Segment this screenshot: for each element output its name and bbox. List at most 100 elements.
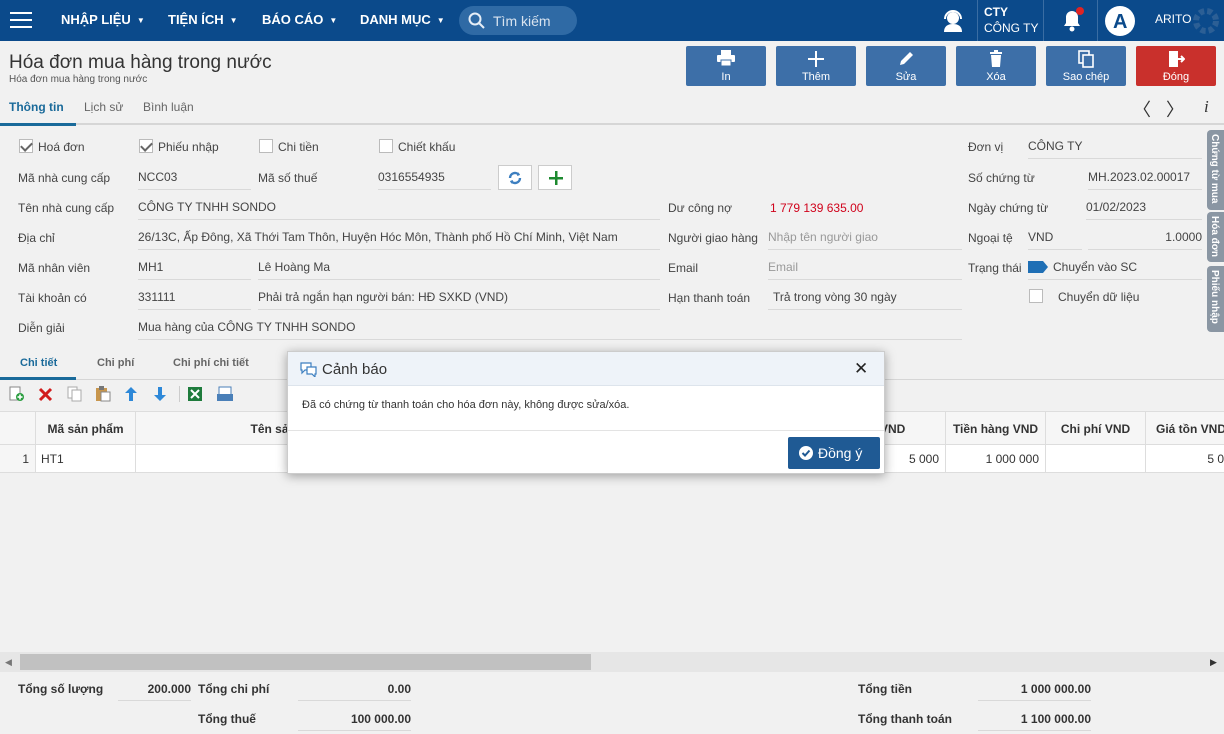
tab-chi-phi-chi-tiet[interactable]: Chi phí chi tiết	[173, 357, 249, 369]
exit-door-icon	[1169, 51, 1185, 67]
hamburger-menu-icon[interactable]	[10, 12, 32, 28]
invoice-checkbox[interactable]	[19, 139, 33, 153]
move-down-icon[interactable]	[153, 386, 167, 402]
print-button[interactable]: In	[686, 46, 766, 86]
tab-chi-phi[interactable]: Chi phí	[97, 357, 134, 369]
refresh-tax-button[interactable]	[498, 165, 532, 190]
scroll-left-icon[interactable]: ◀	[5, 657, 12, 668]
doc-date-field[interactable]: 01/02/2023	[1086, 196, 1202, 220]
company-name[interactable]: CÔNG TY	[984, 21, 1038, 35]
prev-record-icon[interactable]: 〈	[1133, 96, 1151, 122]
settings-gear-icon[interactable]	[1190, 5, 1222, 37]
close-button[interactable]: Đóng	[1136, 46, 1216, 86]
unit-field[interactable]: CÔNG TY	[1028, 135, 1202, 159]
add-supplier-button[interactable]	[538, 165, 572, 190]
supplier-name-field[interactable]: CÔNG TY TNHH SONDO	[138, 196, 660, 220]
dialog-close-icon[interactable]: ✕	[854, 359, 868, 379]
tab-binh-luan[interactable]: Bình luận	[143, 100, 194, 114]
exchange-rate-field[interactable]: 1.0000	[1088, 226, 1202, 250]
import-icon[interactable]	[216, 386, 234, 402]
unit-value: CÔNG TY	[1028, 139, 1083, 153]
row-stock[interactable]: 5 0	[1146, 445, 1224, 472]
row-cost[interactable]	[1046, 445, 1146, 472]
email-label: Email	[668, 261, 699, 275]
ok-button[interactable]: Đồng ý	[788, 437, 880, 469]
receipt-checkbox[interactable]	[139, 139, 153, 153]
copy-label: Sao chép	[1062, 71, 1110, 83]
info-icon[interactable]: i	[1204, 97, 1209, 117]
doc-no-field[interactable]: MH.2023.02.00017	[1088, 166, 1202, 190]
supplier-code-field[interactable]: NCC03	[138, 166, 251, 190]
tax-code-field[interactable]: 0316554935	[378, 166, 491, 190]
horizontal-scrollbar[interactable]: ◀ ▶	[0, 652, 1224, 672]
discount-checkbox[interactable]	[379, 139, 393, 153]
description-field[interactable]: Mua hàng của CÔNG TY TNHH SONDO	[138, 316, 962, 340]
scrollbar-thumb[interactable]	[20, 654, 591, 670]
deliverer-placeholder: Nhập tên người giao	[768, 230, 878, 244]
menu-danh-muc[interactable]: DANH MỤC ▼	[360, 12, 445, 27]
deliverer-input[interactable]: Nhập tên người giao	[768, 226, 962, 250]
main-tabs: Thông tin Lịch sử Bình luận 〈 〉 i	[0, 92, 1224, 126]
menu-label: DANH MỤC	[360, 12, 431, 27]
tab-chi-tiet[interactable]: Chi tiết	[20, 357, 57, 369]
due-field[interactable]: Trả trong vòng 30 ngày	[768, 286, 962, 310]
header-label: Giá tồn VND	[1155, 422, 1224, 436]
transfer-data-checkbox[interactable]	[1029, 289, 1043, 303]
payment-checkbox[interactable]	[259, 139, 273, 153]
add-row-icon[interactable]	[9, 386, 25, 402]
grid-header-stock[interactable]: Giá tồn VND	[1146, 412, 1224, 444]
account-label: Tài khoản có	[18, 291, 87, 305]
printer-icon	[717, 50, 735, 66]
employee-code-field[interactable]: MH1	[138, 256, 251, 280]
notification-bell-icon[interactable]	[1058, 6, 1086, 34]
email-input[interactable]: Email	[768, 256, 962, 280]
tax-code-label: Mã số thuế	[258, 171, 318, 185]
user-name[interactable]: ARITO	[1155, 12, 1191, 26]
address-label: Địa chỉ	[18, 231, 55, 245]
address-field[interactable]: 26/13C, Ấp Đông, Xã Thới Tam Thôn, Huyện…	[138, 226, 660, 250]
menu-bao-cao[interactable]: BÁO CÁO ▼	[262, 12, 337, 27]
close-label: Đóng	[1162, 71, 1190, 83]
total-qty-value: 200.000	[118, 679, 191, 701]
delete-row-icon[interactable]	[38, 386, 54, 402]
side-tab-hoa-don[interactable]: Hóa đơn	[1207, 212, 1224, 262]
delete-button[interactable]: Xóa	[956, 46, 1036, 86]
add-button[interactable]: Thêm	[776, 46, 856, 86]
currency-value: VND	[1028, 230, 1054, 244]
currency-field[interactable]: VND	[1028, 226, 1082, 250]
due-value: Trả trong vòng 30 ngày	[773, 290, 897, 304]
next-record-icon[interactable]: 〉	[1166, 96, 1184, 122]
grid-header-amount[interactable]: Tiền hàng VND	[946, 412, 1046, 444]
row-code[interactable]: HT1	[36, 445, 136, 472]
tab-lich-su[interactable]: Lịch sử	[84, 100, 123, 114]
scroll-right-icon[interactable]: ▶	[1210, 657, 1217, 668]
total-cost-value: 0.00	[298, 679, 411, 701]
refresh-icon	[508, 171, 522, 185]
side-tab-phieu-nhap[interactable]: Phiếu nhập	[1207, 266, 1224, 332]
move-up-icon[interactable]	[124, 386, 138, 402]
page-subtitle: Hóa đơn mua hàng trong nước	[9, 74, 148, 85]
tab-thong-tin[interactable]: Thông tin	[9, 100, 64, 114]
payment-checkbox-label: Chi tiền	[278, 140, 319, 154]
menu-nhap-lieu[interactable]: NHẬP LIỆU ▼	[61, 12, 145, 27]
edit-button[interactable]: Sửa	[866, 46, 946, 86]
side-tab-chung-tu-mua[interactable]: Chứng từ mua	[1207, 130, 1224, 210]
excel-export-icon[interactable]	[187, 386, 203, 402]
copy-button[interactable]: Sao chép	[1046, 46, 1126, 86]
grid-header-no	[0, 412, 36, 444]
search-input[interactable]: Tìm kiếm	[459, 6, 577, 35]
deliverer-label: Người giao hàng	[668, 231, 758, 245]
status-value: Chuyển vào SC	[1053, 260, 1138, 274]
copy-row-icon[interactable]	[67, 386, 83, 402]
status-field[interactable]: Chuyển vào SC	[1028, 256, 1202, 280]
row-amount[interactable]: 1 000 000	[946, 445, 1046, 472]
support-agent-icon[interactable]	[940, 7, 966, 33]
user-avatar[interactable]: A	[1104, 5, 1136, 37]
grid-header-cost[interactable]: Chi phí VND	[1046, 412, 1146, 444]
paste-icon[interactable]	[95, 386, 111, 402]
grid-header-code[interactable]: Mã sản phẩm	[36, 412, 136, 444]
svg-text:A: A	[1113, 11, 1127, 33]
total-qty-label: Tổng số lượng	[18, 682, 104, 696]
menu-tien-ich[interactable]: TIỆN ÍCH ▼	[168, 12, 238, 27]
account-code-field[interactable]: 331111	[138, 286, 251, 310]
